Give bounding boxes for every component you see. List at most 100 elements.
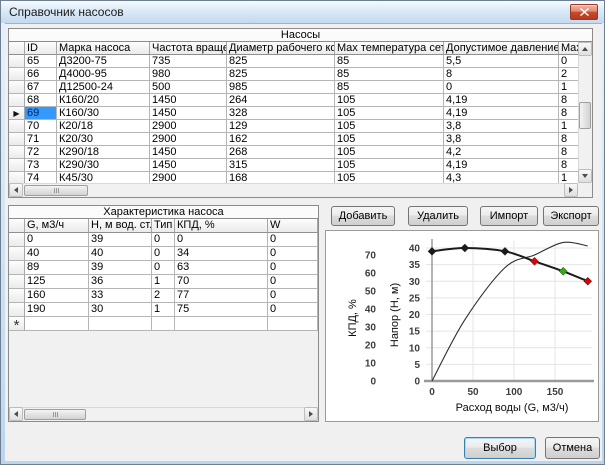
- row-header[interactable]: [9, 303, 25, 317]
- table-cell[interactable]: 0: [268, 275, 318, 289]
- table-cell[interactable]: [89, 317, 152, 331]
- row-header[interactable]: [9, 133, 25, 146]
- table-cell[interactable]: 1: [559, 81, 578, 94]
- table-cell[interactable]: 34: [175, 247, 268, 261]
- delete-button[interactable]: Удалить: [408, 206, 468, 226]
- table-cell[interactable]: 40: [89, 247, 152, 261]
- vertical-scroll-thumb[interactable]: [579, 102, 591, 129]
- table-cell[interactable]: Д3200-75: [57, 55, 150, 68]
- pumps-vertical-scrollbar[interactable]: [578, 42, 592, 183]
- table-cell[interactable]: 73: [25, 159, 57, 172]
- table-cell[interactable]: 0: [25, 233, 89, 247]
- row-header[interactable]: [9, 233, 25, 247]
- row-header[interactable]: [9, 68, 25, 81]
- table-cell[interactable]: 8: [559, 146, 578, 159]
- scroll-up-button[interactable]: [578, 42, 592, 56]
- table-cell[interactable]: 68: [25, 94, 57, 107]
- table-cell[interactable]: 0: [152, 261, 175, 275]
- table-cell[interactable]: 825: [227, 55, 335, 68]
- table-cell[interactable]: 328: [227, 107, 335, 120]
- table-cell[interactable]: 162: [227, 133, 335, 146]
- table-cell[interactable]: 980: [150, 68, 227, 81]
- horizontal-scroll-thumb[interactable]: [24, 409, 86, 420]
- table-cell[interactable]: 0: [268, 247, 318, 261]
- scroll-left-button[interactable]: [9, 183, 23, 197]
- table-cell[interactable]: 4,19: [444, 159, 559, 172]
- row-header[interactable]: [9, 289, 25, 303]
- table-cell[interactable]: 0: [152, 233, 175, 247]
- column-header[interactable]: W: [268, 219, 318, 233]
- row-header[interactable]: [9, 146, 25, 159]
- table-cell[interactable]: 65: [25, 55, 57, 68]
- table-cell[interactable]: 129: [227, 120, 335, 133]
- table-cell[interactable]: 5,5: [444, 55, 559, 68]
- table-cell[interactable]: 8: [444, 68, 559, 81]
- table-cell[interactable]: 36: [89, 275, 152, 289]
- table-cell[interactable]: 268: [227, 146, 335, 159]
- cancel-button[interactable]: Отмена: [545, 437, 600, 459]
- export-button[interactable]: Экспорт: [543, 206, 599, 226]
- horizontal-scroll-thumb[interactable]: [24, 185, 88, 196]
- table-cell[interactable]: 735: [150, 55, 227, 68]
- table-cell[interactable]: 3,8: [444, 120, 559, 133]
- table-cell[interactable]: 1450: [150, 107, 227, 120]
- table-cell[interactable]: 0: [559, 55, 578, 68]
- table-cell[interactable]: 8: [559, 107, 578, 120]
- table-cell[interactable]: 1450: [150, 159, 227, 172]
- row-header[interactable]: [9, 120, 25, 133]
- table-cell[interactable]: 33: [89, 289, 152, 303]
- table-cell[interactable]: 8: [559, 94, 578, 107]
- table-cell[interactable]: 105: [335, 120, 444, 133]
- table-cell[interactable]: 0: [268, 303, 318, 317]
- table-cell[interactable]: [25, 317, 89, 331]
- table-cell[interactable]: 69: [25, 107, 57, 120]
- table-cell[interactable]: 39: [89, 233, 152, 247]
- table-cell[interactable]: 500: [150, 81, 227, 94]
- table-cell[interactable]: 89: [25, 261, 89, 275]
- row-header[interactable]: [9, 81, 25, 94]
- table-cell[interactable]: 105: [335, 94, 444, 107]
- table-cell[interactable]: К160/20: [57, 94, 150, 107]
- table-cell[interactable]: 70: [175, 275, 268, 289]
- column-header[interactable]: ID: [25, 42, 57, 55]
- table-cell[interactable]: 0: [268, 261, 318, 275]
- table-cell[interactable]: 85: [335, 68, 444, 81]
- characteristics-horizontal-scrollbar[interactable]: [9, 407, 318, 421]
- row-header[interactable]: [9, 55, 25, 68]
- table-cell[interactable]: 315: [227, 159, 335, 172]
- table-cell[interactable]: 1: [152, 275, 175, 289]
- table-cell[interactable]: 8: [559, 133, 578, 146]
- new-row[interactable]: *: [9, 317, 318, 331]
- table-cell[interactable]: 85: [335, 55, 444, 68]
- table-cell[interactable]: 40: [25, 247, 89, 261]
- table-cell[interactable]: 105: [335, 107, 444, 120]
- table-cell[interactable]: 1450: [150, 146, 227, 159]
- table-cell[interactable]: 75: [175, 303, 268, 317]
- table-cell[interactable]: 0: [175, 233, 268, 247]
- table-cell[interactable]: 1: [559, 120, 578, 133]
- add-button[interactable]: Добавить: [331, 206, 395, 226]
- row-header[interactable]: [9, 261, 25, 275]
- table-cell[interactable]: 71: [25, 133, 57, 146]
- corner-header-cell[interactable]: [9, 42, 25, 55]
- row-header[interactable]: *: [9, 317, 25, 331]
- column-header[interactable]: КПД, %: [175, 219, 268, 233]
- table-cell[interactable]: К290/18: [57, 146, 150, 159]
- table-cell[interactable]: К290/30: [57, 159, 150, 172]
- table-cell[interactable]: [268, 317, 318, 331]
- table-cell[interactable]: 67: [25, 81, 57, 94]
- column-header[interactable]: Max высота: [559, 42, 578, 55]
- table-cell[interactable]: [175, 317, 268, 331]
- table-cell[interactable]: 72: [25, 146, 57, 159]
- table-cell[interactable]: 105: [335, 146, 444, 159]
- row-header[interactable]: [9, 247, 25, 261]
- pumps-horizontal-scrollbar[interactable]: [9, 183, 578, 197]
- column-header[interactable]: Тип: [152, 219, 175, 233]
- table-cell[interactable]: 2900: [150, 133, 227, 146]
- scroll-left-button[interactable]: [9, 407, 23, 421]
- table-cell[interactable]: 985: [227, 81, 335, 94]
- scroll-right-button[interactable]: [304, 407, 318, 421]
- table-cell[interactable]: 30: [89, 303, 152, 317]
- table-cell[interactable]: 105: [335, 159, 444, 172]
- row-header[interactable]: ▶: [9, 107, 25, 120]
